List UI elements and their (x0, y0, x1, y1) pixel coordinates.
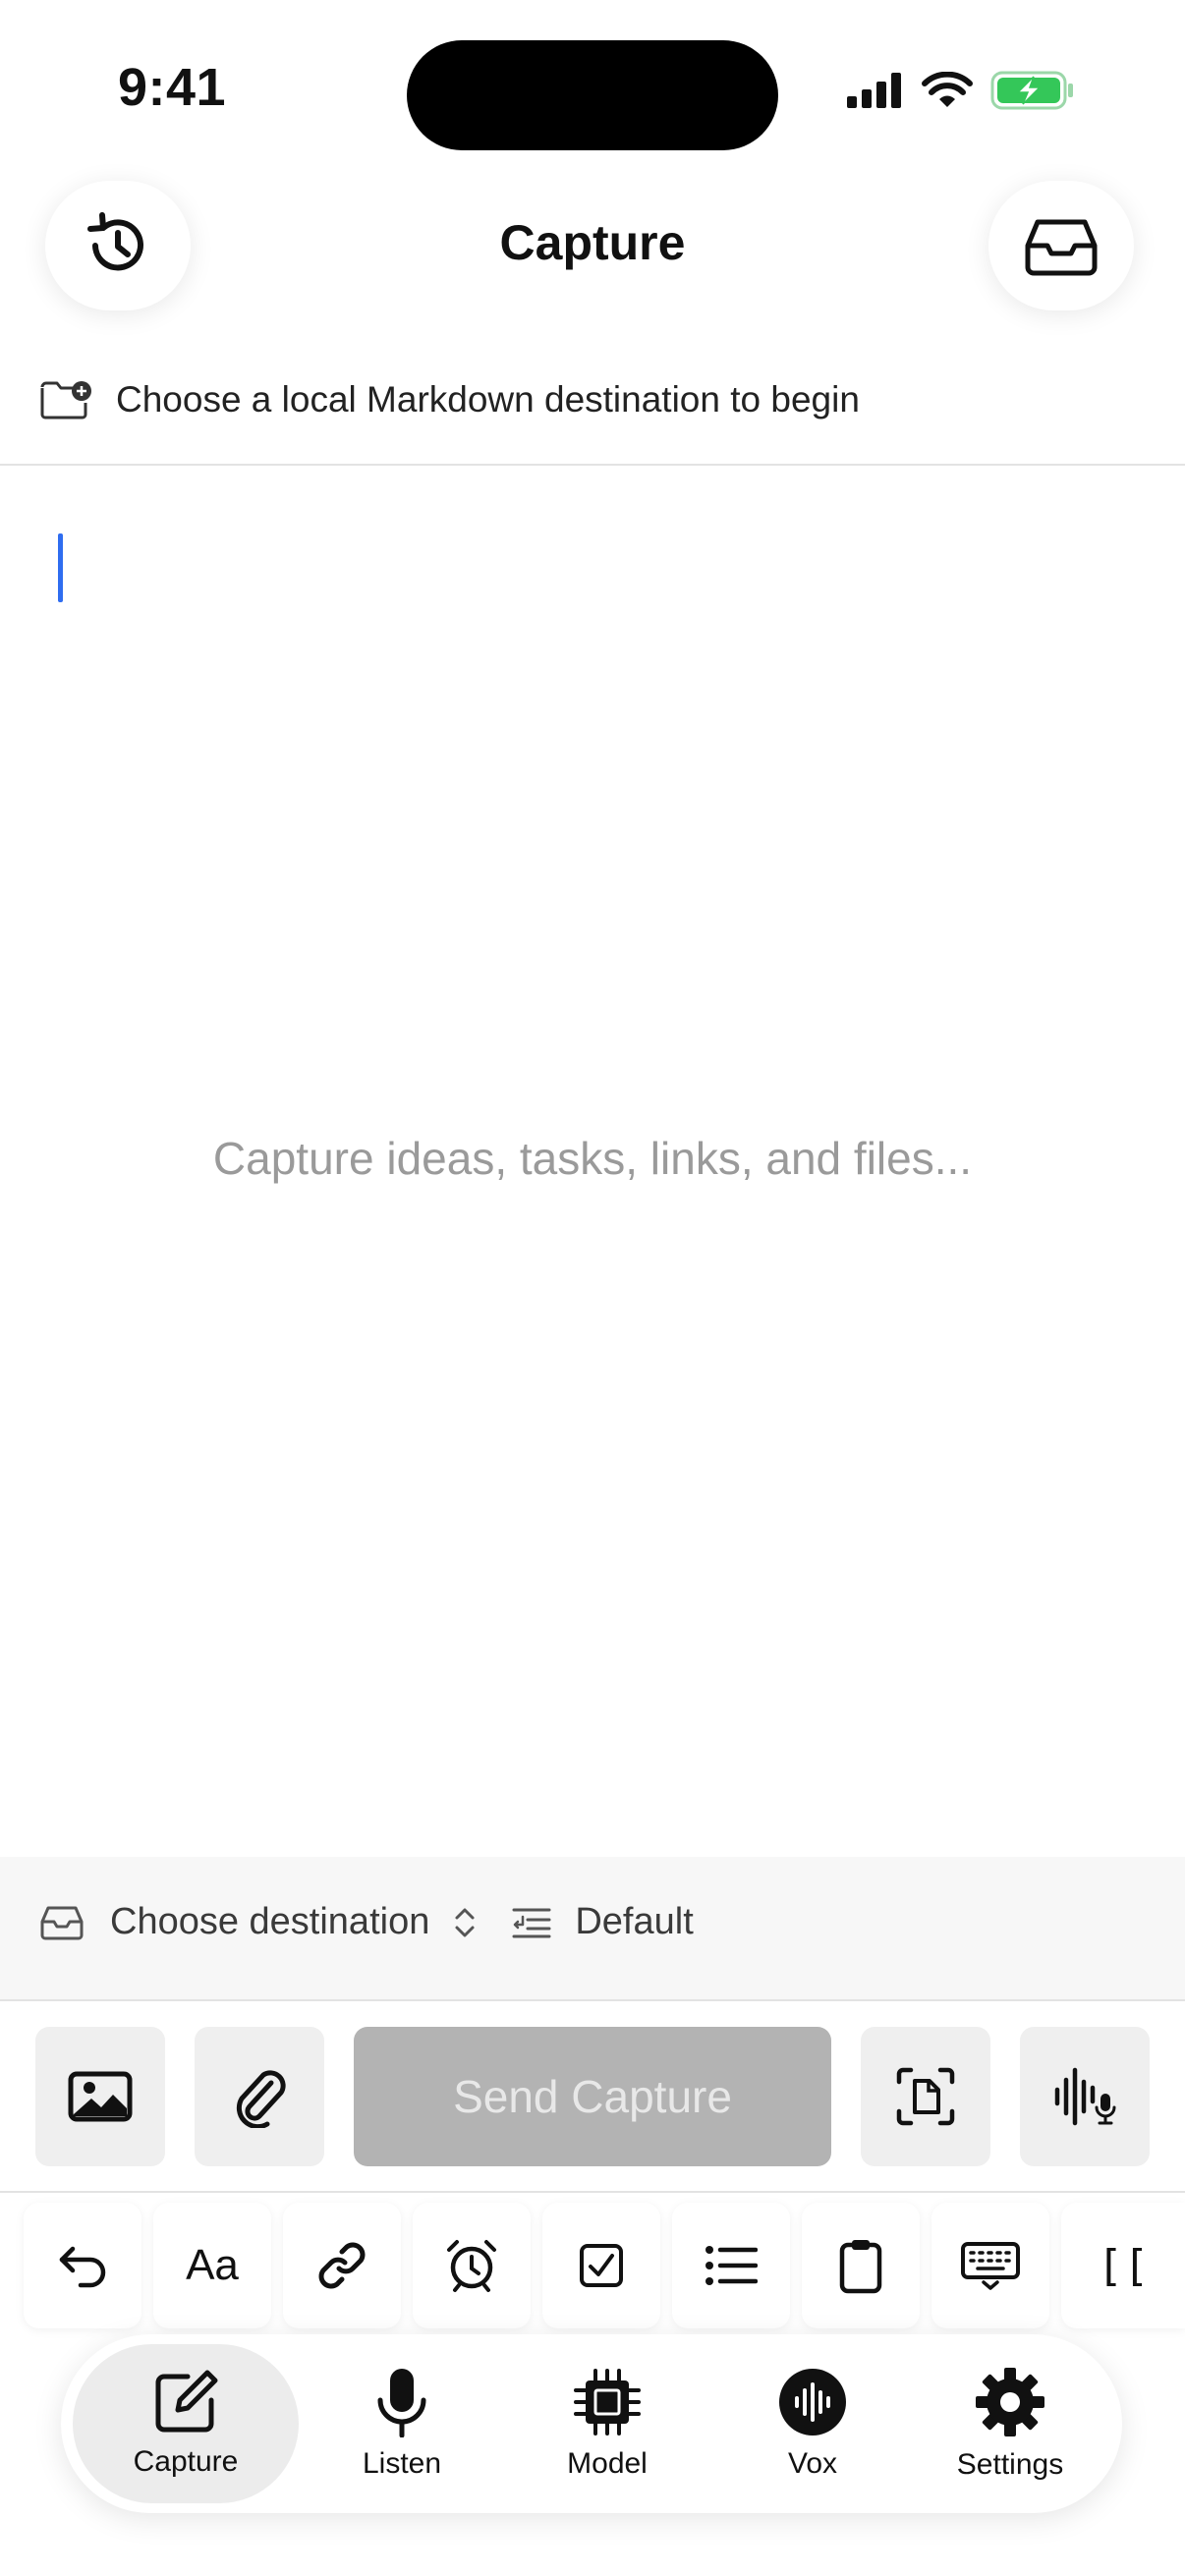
divider (0, 1999, 1185, 2001)
paste-button[interactable] (802, 2203, 920, 2328)
bullet-list-button[interactable] (672, 2203, 790, 2328)
gear-icon (976, 2368, 1044, 2436)
undo-button[interactable] (24, 2203, 141, 2328)
format-picker[interactable]: Default (575, 1901, 693, 1943)
format-icon (512, 1908, 551, 1937)
tab-settings[interactable]: Settings (912, 2344, 1108, 2503)
editor-placeholder: Capture ideas, tasks, links, and files..… (212, 1133, 973, 1184)
waveform-icon (779, 2369, 846, 2436)
tab-listen[interactable]: Listen (318, 2344, 485, 2503)
checkbox-icon (580, 2244, 623, 2287)
destination-picker[interactable]: Choose destination (110, 1901, 429, 1943)
divider (0, 464, 1185, 466)
destination-banner[interactable]: Choose a local Markdown destination to b… (39, 379, 860, 420)
destination-row: Choose destination Default (39, 1901, 694, 1943)
insert-link-button[interactable] (283, 2203, 401, 2328)
document-scan-icon (896, 2067, 955, 2126)
list-icon (705, 2246, 758, 2285)
status-icons (847, 71, 1075, 110)
paperclip-icon (236, 2070, 286, 2128)
alarm-icon (447, 2240, 496, 2292)
chevron-up-down-icon[interactable] (453, 1904, 477, 1941)
tab-label: Capture (133, 2445, 239, 2478)
inbox-button[interactable] (988, 181, 1134, 310)
tray-icon (40, 1906, 84, 1939)
history-icon (87, 212, 143, 271)
inbox-icon (1025, 219, 1098, 276)
checkbox-button[interactable] (542, 2203, 660, 2328)
photo-icon (68, 2071, 133, 2122)
formatting-toolbar: Aa [[ (0, 2197, 1185, 2339)
link-icon (318, 2242, 366, 2289)
wifi-icon (922, 72, 973, 107)
dismiss-keyboard-button[interactable] (931, 2203, 1049, 2328)
tab-vox[interactable]: Vox (729, 2344, 896, 2503)
tab-bar: Capture Listen Model Vox Settings (61, 2334, 1122, 2513)
send-capture-button[interactable]: Send Capture (354, 2027, 831, 2166)
microphone-icon (377, 2369, 426, 2437)
keyboard-icon (961, 2242, 1020, 2290)
wiki-link-button[interactable]: [[ (1061, 2203, 1185, 2328)
page-title: Capture (499, 215, 686, 270)
folder-plus-icon (40, 381, 91, 420)
battery-charging-icon (990, 71, 1073, 110)
voice-dictation-button[interactable] (1020, 2027, 1150, 2166)
reminder-button[interactable] (413, 2203, 531, 2328)
compose-icon (155, 2370, 218, 2433)
tab-model[interactable]: Model (509, 2344, 705, 2503)
waveform-mic-icon (1054, 2067, 1116, 2126)
banner-text: Choose a local Markdown destination to b… (116, 379, 860, 420)
tab-label: Listen (362, 2447, 442, 2480)
tab-capture[interactable]: Capture (73, 2344, 299, 2503)
text-style-button[interactable]: Aa (153, 2203, 271, 2328)
attach-file-button[interactable] (195, 2027, 324, 2166)
tab-label: Model (567, 2447, 648, 2480)
tab-label: Settings (956, 2448, 1064, 2481)
clipboard-icon (839, 2240, 882, 2294)
status-time: 9:41 (118, 58, 227, 117)
history-button[interactable] (45, 181, 191, 310)
tab-label: Vox (787, 2447, 838, 2480)
scan-document-button[interactable] (861, 2027, 990, 2166)
undo-icon (59, 2246, 106, 2288)
chip-icon (574, 2369, 641, 2436)
dynamic-island (407, 40, 778, 150)
cellular-signal-icon (847, 73, 901, 108)
divider (0, 2191, 1185, 2193)
add-image-button[interactable] (35, 2027, 165, 2166)
